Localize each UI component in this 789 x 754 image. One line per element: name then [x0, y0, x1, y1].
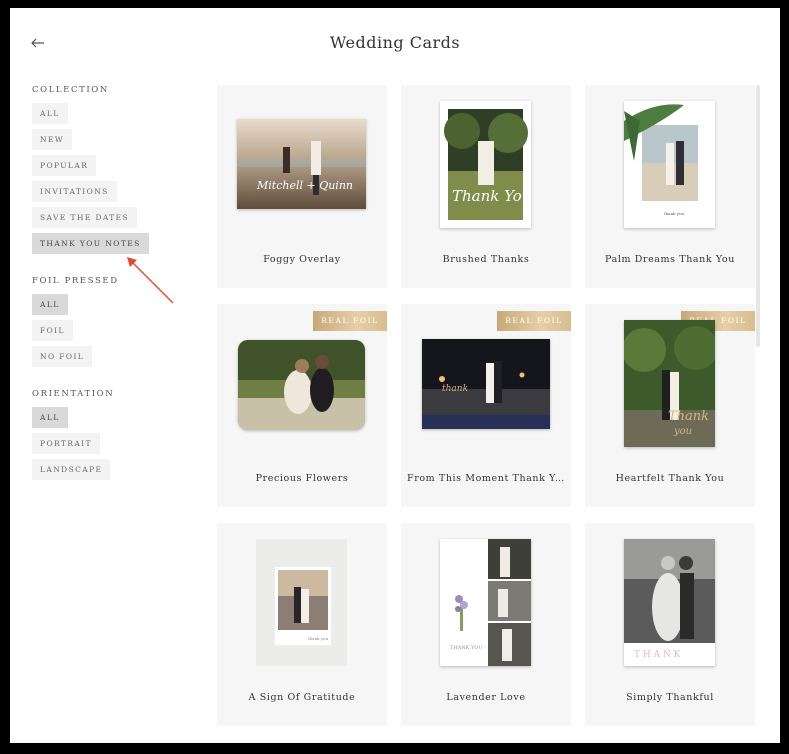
- card-heartfelt[interactable]: REAL FOIL Thank you Heartfelt Thank You: [585, 304, 755, 507]
- card-thumbnail: THANK YOU: [440, 539, 531, 666]
- card-name: Brushed Thanks: [442, 254, 530, 265]
- svg-text:Mitchell + Quinn: Mitchell + Quinn: [256, 179, 353, 192]
- card-a-sign-of-gratitude[interactable]: thank you A Sign Of Gratitude: [217, 523, 387, 726]
- filter-heading: ORIENTATION: [32, 389, 115, 399]
- card-thumbnail: Mitchell + Quinn: [237, 119, 366, 209]
- filter-option-landscape[interactable]: LANDSCAPE: [32, 459, 111, 480]
- svg-text:THANK YOU: THANK YOU: [450, 645, 483, 651]
- card-name: Lavender Love: [446, 692, 526, 703]
- filter-heading: COLLECTION: [32, 85, 109, 95]
- card-name: From This Moment Thank Y...: [407, 473, 566, 484]
- svg-text:thank: thank: [442, 384, 468, 394]
- page-frame: Wedding Cards COLLECTION ALL NEW POPULAR…: [10, 8, 780, 743]
- filter-option-all[interactable]: ALL: [32, 103, 68, 124]
- svg-text:you: you: [673, 426, 692, 437]
- real-foil-badge: REAL FOIL: [497, 311, 571, 331]
- card-name: Precious Flowers: [255, 473, 349, 484]
- real-foil-badge: REAL FOIL: [313, 311, 387, 331]
- card-palm-dreams[interactable]: thank you Palm Dreams Thank You: [585, 85, 755, 288]
- card-thumbnail: thank you: [624, 101, 715, 228]
- card-thumbnail: thank you: [256, 539, 347, 666]
- card-precious-flowers[interactable]: REAL FOIL Precious Flowers: [217, 304, 387, 507]
- svg-text:thank you: thank you: [308, 636, 329, 641]
- svg-text:Thank: Thank: [668, 409, 709, 424]
- filter-option-no-foil[interactable]: NO FOIL: [32, 346, 93, 367]
- filter-option-save-the-dates[interactable]: SAVE THE DATES: [32, 207, 138, 228]
- filter-option-invitations[interactable]: INVITATIONS: [32, 181, 117, 202]
- card-thumbnail: T H A N K: [624, 539, 715, 666]
- card-thumbnail: thank: [422, 339, 550, 429]
- svg-text:T H A N K: T H A N K: [634, 650, 681, 660]
- card-name: Heartfelt Thank You: [615, 473, 725, 484]
- filter-option-new[interactable]: NEW: [32, 129, 72, 150]
- card-thumbnail: Thank You: [440, 101, 531, 228]
- card-brushed-thanks[interactable]: Thank You Brushed Thanks: [401, 85, 571, 288]
- filter-option-portrait[interactable]: PORTRAIT: [32, 433, 100, 454]
- card-name: Foggy Overlay: [263, 254, 341, 265]
- card-thumbnail: [238, 340, 365, 430]
- card-thumbnail: Thank you: [624, 320, 715, 447]
- filter-option-foil[interactable]: FOIL: [32, 320, 73, 341]
- card-foggy-overlay[interactable]: Mitchell + Quinn Foggy Overlay: [217, 85, 387, 288]
- card-simply-thankful[interactable]: T H A N K Simply Thankful: [585, 523, 755, 726]
- grid-scrollbar[interactable]: [756, 85, 760, 347]
- svg-text:Thank You: Thank You: [452, 187, 531, 205]
- filter-option-thank-you-notes[interactable]: THANK YOU NOTES: [32, 233, 149, 254]
- card-name: Simply Thankful: [626, 692, 714, 703]
- filter-option-orientation-all[interactable]: ALL: [32, 407, 68, 428]
- svg-text:thank you: thank you: [664, 211, 685, 216]
- filter-group-collection: COLLECTION ALL NEW POPULAR INVITATIONS S…: [32, 85, 202, 254]
- card-from-this-moment[interactable]: REAL FOIL thank From This Moment Thank Y…: [401, 304, 571, 507]
- card-lavender-love[interactable]: THANK YOU Lavender Love: [401, 523, 571, 726]
- card-name: A Sign Of Gratitude: [248, 692, 356, 703]
- card-name: Palm Dreams Thank You: [605, 254, 735, 265]
- filter-option-foil-all[interactable]: ALL: [32, 294, 68, 315]
- annotation-arrow-icon: [127, 257, 174, 304]
- filter-group-orientation: ORIENTATION ALL PORTRAIT LANDSCAPE: [32, 389, 202, 480]
- page-title: Wedding Cards: [329, 33, 461, 52]
- filter-option-popular[interactable]: POPULAR: [32, 155, 97, 176]
